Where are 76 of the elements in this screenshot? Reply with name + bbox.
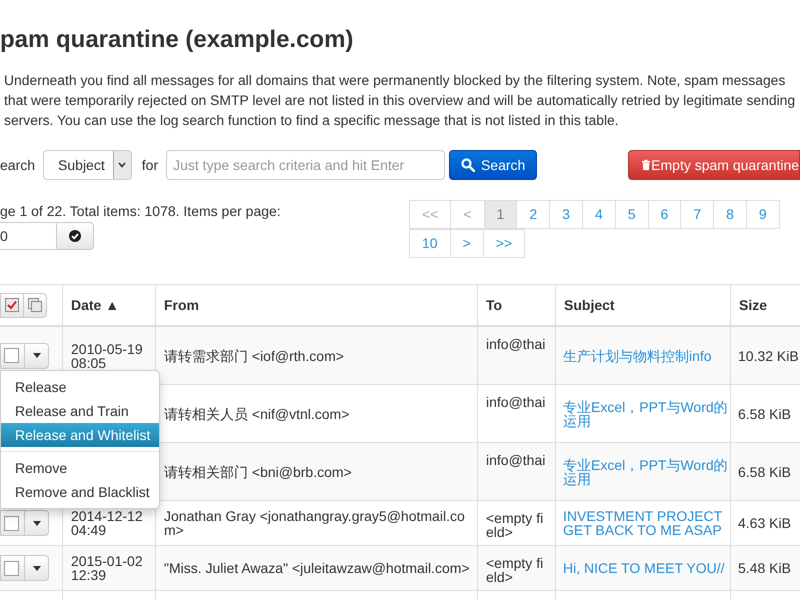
subject-link[interactable]: 专业Excel，PPT与Word的运用 (563, 458, 729, 486)
column-header[interactable]: To (486, 294, 502, 316)
recipient-cell-text: <empty field> (486, 511, 544, 539)
recipient-cell-text: <empty field> (486, 556, 544, 584)
page-description: Underneath you find all messages for all domains that were permanently blocked by the filtering system. Note, spam messages that were temporarily rejected on SMTP level are not listed in this overview and will be automatically retried by legitimate sending servers. You can use the log search function to find a specific message that is not listed in this table. (4, 71, 796, 130)
row-actions-button[interactable] (24, 555, 49, 581)
search-button[interactable]: Search (449, 150, 538, 180)
recipient-cell-text: info@thai (486, 337, 546, 351)
row-checkbox[interactable] (4, 348, 19, 363)
size-cell: 6.58 KiB (738, 464, 791, 478)
column-header[interactable]: Size (739, 294, 768, 316)
date-cell-text: 2010-05-19 08:05 (71, 342, 144, 370)
size-cell: 5.48 KiB (738, 561, 791, 575)
page-title: pam quarantine (example.com) (0, 26, 354, 54)
checked-box-icon (5, 298, 19, 312)
sender-cell-text: Jonathan Gray <jonathangray.gray5@hotmail.com> (164, 509, 466, 537)
clear-selection-button[interactable] (23, 292, 47, 318)
subject-link[interactable]: 专业Excel，PPT与Word的运用 (563, 400, 729, 428)
stacked-squares-icon (28, 298, 42, 312)
caret-icon (32, 566, 40, 570)
subject-link[interactable]: 生产计划与物料控制info (563, 348, 712, 362)
column-header[interactable]: Date ▲ (71, 294, 120, 316)
search-label: earch (0, 156, 36, 174)
row-checkbox[interactable] (4, 560, 19, 576)
pagination-link[interactable]: > (450, 229, 484, 258)
column-header[interactable]: From (164, 294, 199, 316)
column-header[interactable]: Subject (564, 294, 615, 316)
pagination-link[interactable]: 9 (746, 200, 780, 229)
apply-button[interactable] (56, 222, 94, 250)
paging-summary: ge 1 of 22. Total items: 1078. Items per page: (0, 202, 281, 220)
menu-item[interactable]: Release (1, 375, 159, 399)
chevron-down-icon (118, 162, 126, 168)
sender-cell: "Miss. Juliet Awaza" <juleitawzaw@hotmail.com> (164, 561, 470, 575)
date-cell-text: 2015-01-02 12:39 (71, 554, 144, 582)
row-checkbox[interactable] (4, 516, 19, 530)
pagination-link[interactable]: 2 (516, 200, 550, 229)
pagination-link[interactable]: 7 (680, 200, 714, 229)
row-actions-button[interactable] (24, 510, 49, 536)
recipient-cell-text: info@thai (486, 453, 546, 467)
row-actions-button[interactable] (24, 342, 49, 368)
checkbox-button[interactable] (0, 555, 25, 581)
search-icon (460, 158, 475, 172)
check-circle-icon (69, 230, 81, 242)
size-cell: 10.32 KiB (738, 348, 799, 362)
pagination-link[interactable]: 8 (713, 200, 747, 229)
pagination-link[interactable]: 1 (484, 200, 518, 229)
menu-item[interactable]: Remove and Blacklist (1, 480, 159, 504)
search-field[interactable]: Just type search criteria and hit Enter (166, 150, 446, 180)
pagination-link[interactable]: >> (482, 229, 526, 258)
pagination-link[interactable]: 4 (582, 200, 616, 229)
caret-icon (32, 353, 40, 358)
pagination-link[interactable]: 5 (614, 200, 649, 229)
date-cell-text: 2014-12-12 04:49 (71, 509, 144, 537)
for-label: for (142, 156, 158, 174)
pagination-link[interactable]: 10 (409, 229, 451, 258)
menu-item[interactable]: Release and Whitelist (1, 423, 159, 447)
caret-icon (32, 520, 40, 526)
subject-link[interactable]: INVESTMENT PROJECT GET BACK TO ME ASAP (563, 509, 729, 537)
sender-cell: 请转需求部门 <iof@rth.com> (164, 348, 344, 362)
menu-item[interactable]: Remove (1, 456, 159, 480)
per-page-field[interactable]: 0 (0, 222, 57, 250)
sender-cell: 请转相关部门 <bni@brb.com> (164, 464, 352, 478)
sender-cell: 请转相关人员 <nif@vtnl.com> (164, 406, 350, 420)
trash-icon (642, 158, 650, 172)
size-cell: 6.58 KiB (738, 406, 791, 420)
check-all-button[interactable] (0, 292, 24, 318)
search-field-select[interactable]: Subject (43, 150, 132, 180)
pagination-link[interactable]: 6 (648, 200, 682, 229)
menu-item[interactable]: Release and Train (1, 399, 159, 423)
empty-quarantine-button[interactable]: Empty spam quarantine (628, 150, 800, 180)
pagination-link[interactable]: 3 (549, 200, 583, 229)
checkbox-button[interactable] (0, 342, 25, 368)
checkbox-button[interactable] (0, 510, 25, 536)
subject-link[interactable]: Hi, NICE TO MEET YOU// (563, 561, 725, 575)
recipient-cell-text: info@thai (486, 395, 546, 409)
size-cell: 4.63 KiB (738, 516, 791, 530)
